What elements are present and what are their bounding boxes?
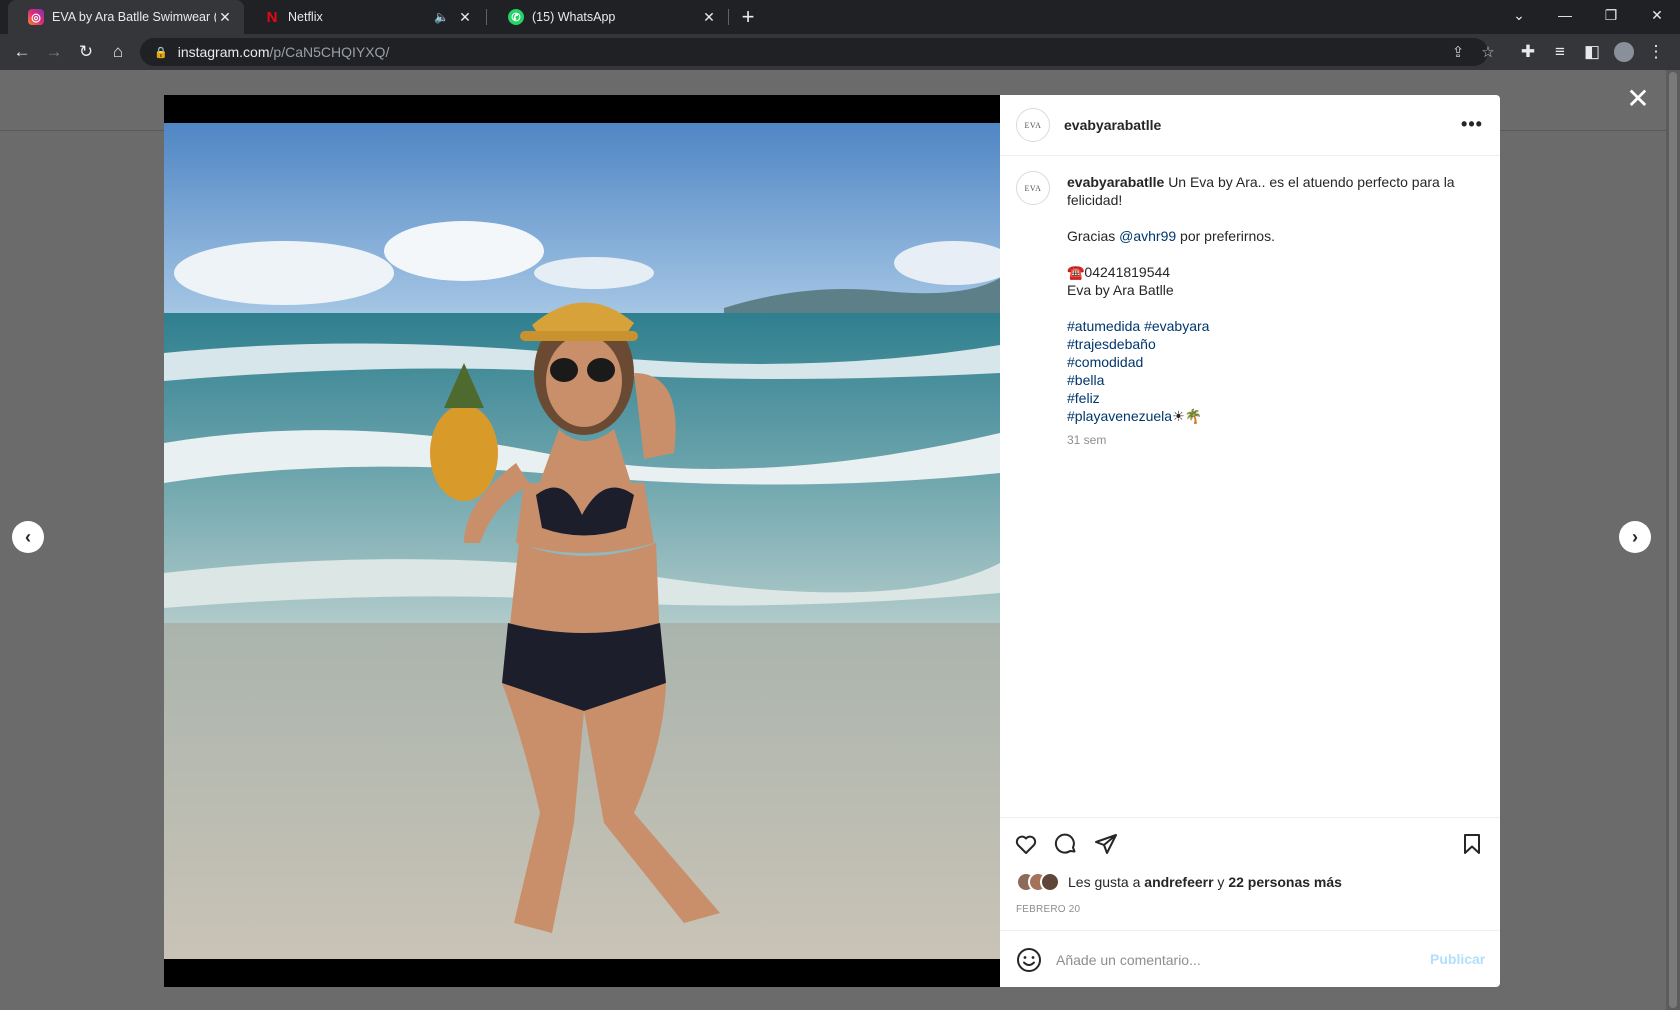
post-photo (164, 123, 1000, 959)
tab-search-icon[interactable]: ⌄ (1496, 0, 1542, 30)
tab-instagram[interactable]: ◎ EVA by Ara Batlle Swimwear (@ ✕ (8, 0, 244, 34)
close-modal-icon[interactable]: ✕ (1622, 82, 1654, 114)
liker-avatar[interactable] (1040, 872, 1060, 892)
emoji-icon[interactable] (1016, 947, 1042, 973)
avatar[interactable]: EVA (1016, 108, 1050, 142)
browser-toolbar: ← → ↻ ⌂ 🔒 instagram.com/p/CaN5CHQIYXQ/ ⇪… (0, 34, 1680, 70)
comment-input[interactable] (1056, 949, 1416, 971)
tab-whatsapp[interactable]: ✆ (15) WhatsApp ✕ (488, 0, 728, 34)
close-tab-icon[interactable]: ✕ (456, 9, 474, 26)
hashtag-link[interactable]: #atumedida (1067, 318, 1140, 334)
forward-icon[interactable]: → (40, 38, 68, 66)
page-scrollbar[interactable] (1666, 70, 1680, 1010)
caption-username[interactable]: evabyarabatlle (1067, 174, 1164, 190)
lock-icon: 🔒 (154, 46, 168, 59)
media-control-icon[interactable]: ≡ (1546, 38, 1574, 66)
mute-icon[interactable]: 🔈 (434, 10, 449, 24)
brand-line: Eva by Ara Batlle (1067, 282, 1174, 298)
restore-icon[interactable]: ❐ (1588, 0, 1634, 30)
tab-separator (486, 9, 487, 25)
comment-icon[interactable] (1052, 830, 1080, 858)
tab-title: Netflix (288, 10, 323, 24)
previous-post-button[interactable]: ‹ (12, 521, 44, 553)
more-options-icon[interactable]: ••• (1460, 112, 1484, 136)
close-tab-icon[interactable]: ✕ (216, 9, 234, 26)
comment-box: Publicar (1000, 930, 1500, 988)
post-panel: EVA evabyarabatlle ••• EVA evabyarabatll… (1000, 95, 1500, 987)
extensions-icon[interactable]: ✚ (1514, 38, 1542, 66)
avatar[interactable]: EVA (1016, 171, 1050, 205)
bookmark-star-icon[interactable]: ☆ (1474, 38, 1502, 66)
instagram-icon: ◎ (28, 9, 44, 25)
reload-icon[interactable]: ↻ (72, 38, 100, 66)
post-date[interactable]: FEBRERO 20 (1016, 904, 1080, 915)
menu-icon[interactable]: ⋮ (1642, 38, 1670, 66)
post-header: EVA evabyarabatlle ••• (1000, 95, 1500, 156)
hashtag-link[interactable]: #evabyara (1144, 318, 1209, 334)
tab-title: (15) WhatsApp (532, 10, 616, 24)
whatsapp-icon: ✆ (508, 9, 524, 25)
tab-netflix[interactable]: N Netflix 🔈 ✕ (244, 0, 484, 34)
minimize-icon[interactable]: — (1542, 0, 1588, 30)
next-post-button[interactable]: › (1619, 521, 1651, 553)
post-media[interactable] (164, 95, 1000, 987)
address-bar[interactable]: 🔒 instagram.com/p/CaN5CHQIYXQ/ ⇪ ☆ (140, 38, 1495, 66)
new-tab-button[interactable]: + (736, 0, 760, 34)
actions-section: Les gusta a andrefeerr y 22 personas más… (1000, 817, 1500, 987)
caption-section: EVA evabyarabatlle Un Eva by Ara.. es el… (1000, 157, 1500, 911)
emoji-sun-palm: ☀🌴 (1172, 408, 1203, 424)
caption-text: evabyarabatlle Un Eva by Ara.. es el atu… (1067, 173, 1467, 449)
like-heart-icon[interactable] (1012, 830, 1040, 858)
hashtag-link[interactable]: #comodidad (1067, 354, 1143, 370)
share-send-icon[interactable] (1092, 830, 1120, 858)
tab-separator (728, 9, 729, 25)
likes-summary: Les gusta a andrefeerr y 22 personas más (1016, 872, 1342, 892)
side-panel-icon[interactable]: ◧ (1578, 38, 1606, 66)
close-tab-icon[interactable]: ✕ (700, 9, 718, 26)
tab-strip: ◎ EVA by Ara Batlle Swimwear (@ ✕ N Netf… (0, 0, 1680, 34)
profile-avatar[interactable] (1610, 38, 1638, 66)
publish-button[interactable]: Publicar (1430, 951, 1485, 967)
mention-link[interactable]: @avhr99 (1119, 228, 1176, 244)
hashtag-link[interactable]: #feliz (1067, 390, 1100, 406)
url-text: instagram.com/p/CaN5CHQIYXQ/ (177, 44, 390, 60)
post-username[interactable]: evabyarabatlle (1064, 117, 1161, 133)
likes-others-link[interactable]: 22 personas más (1228, 874, 1342, 890)
back-icon[interactable]: ← (8, 38, 36, 66)
hashtag-link[interactable]: #playavenezuela (1067, 408, 1172, 424)
share-icon[interactable]: ⇪ (1444, 38, 1472, 66)
home-icon[interactable]: ⌂ (104, 38, 132, 66)
liker-username[interactable]: andrefeerr (1144, 874, 1213, 890)
netflix-icon: N (266, 8, 278, 26)
save-bookmark-icon[interactable] (1458, 830, 1486, 858)
hashtag-link[interactable]: #trajesdebaño (1067, 336, 1156, 352)
caption-time[interactable]: 31 sem (1067, 431, 1467, 449)
hashtag-link[interactable]: #bella (1067, 372, 1104, 388)
tab-title: EVA by Ara Batlle Swimwear (@ (52, 10, 216, 24)
phone-line: ☎️04241819544 (1067, 264, 1171, 280)
window-close-icon[interactable]: ✕ (1634, 0, 1680, 30)
